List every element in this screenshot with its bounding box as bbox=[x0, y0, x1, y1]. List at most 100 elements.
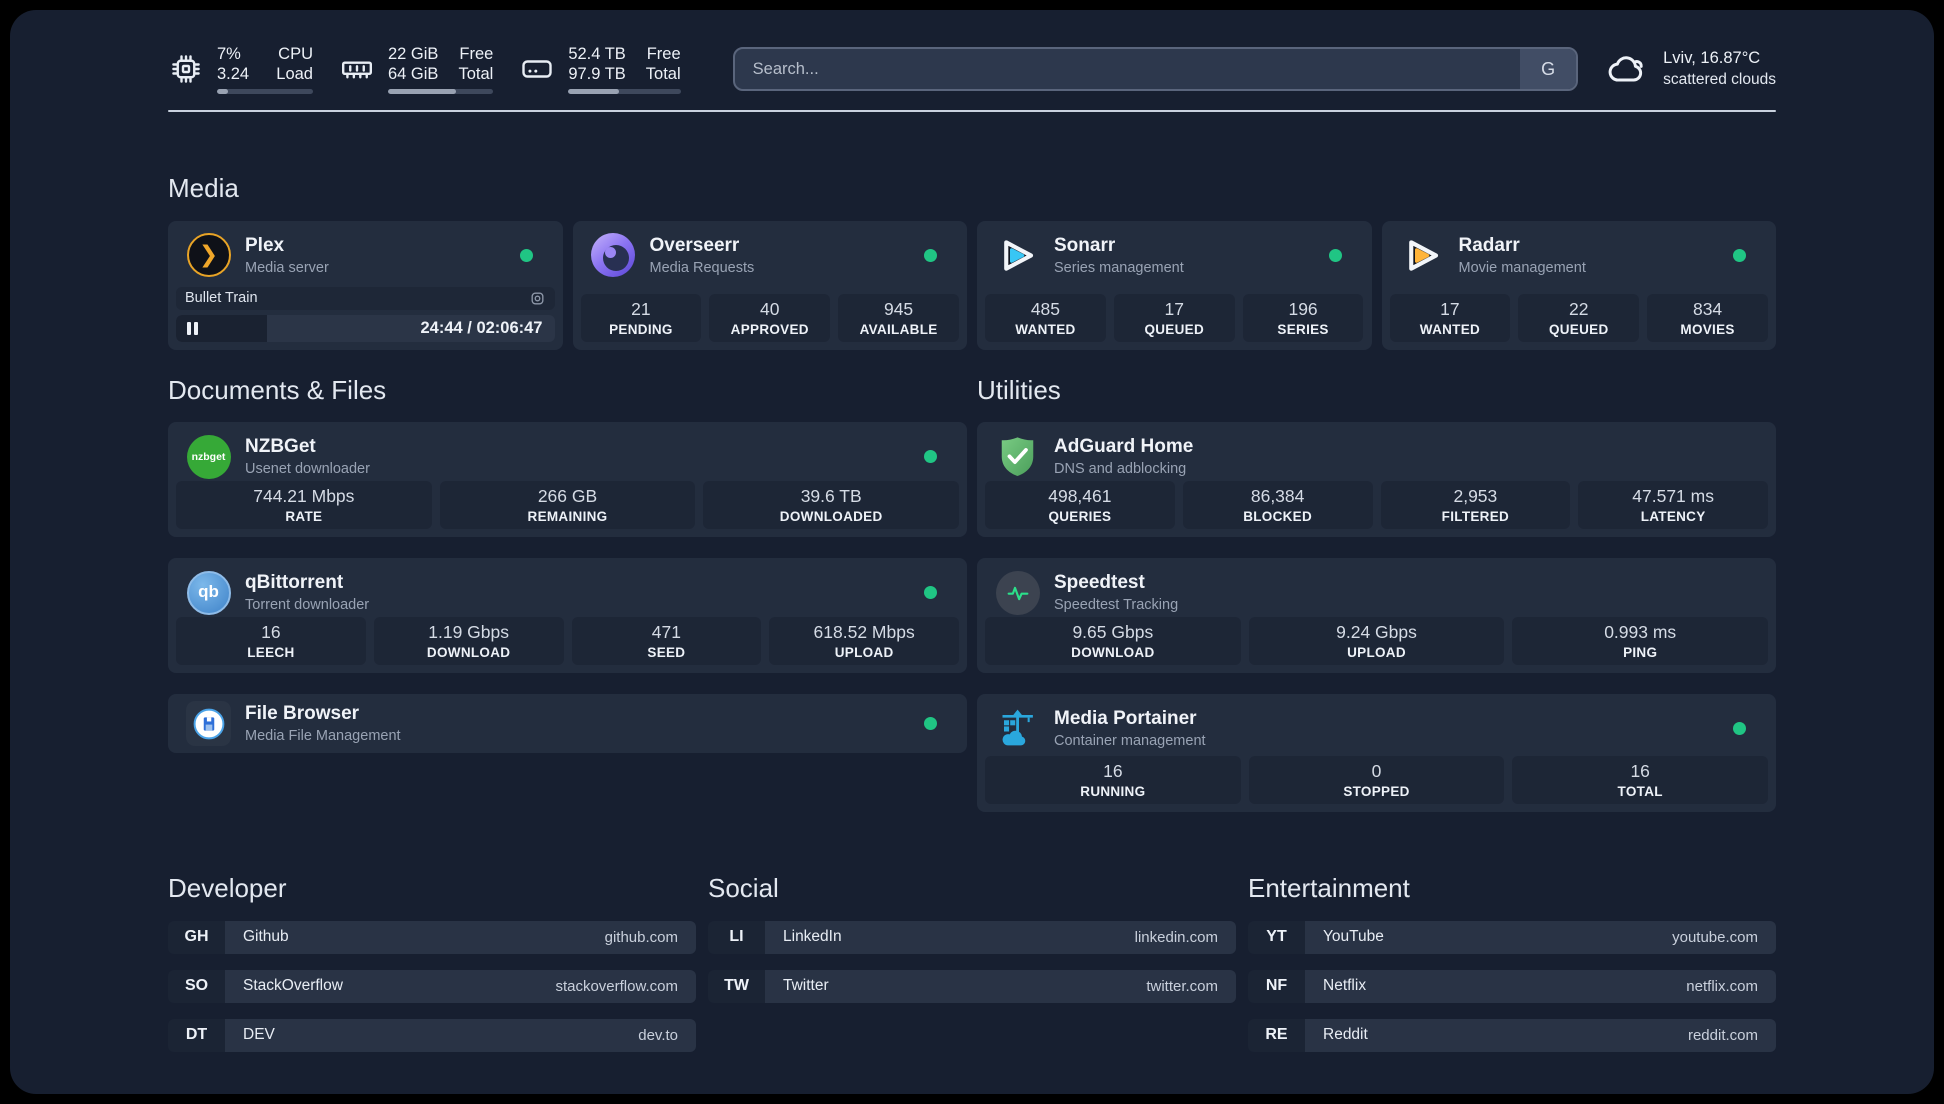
link-name: Github bbox=[243, 928, 289, 946]
link-netflix[interactable]: NF Netflix netflix.com bbox=[1248, 969, 1776, 1003]
link-abbr: RE bbox=[1248, 1018, 1305, 1052]
app-name: qBittorrent bbox=[245, 572, 344, 594]
app-name: AdGuard Home bbox=[1054, 436, 1194, 458]
link-abbr: SO bbox=[168, 969, 225, 1003]
app-desc: Movie management bbox=[1458, 259, 1586, 276]
link-reddit[interactable]: RE Reddit reddit.com bbox=[1248, 1018, 1776, 1052]
app-name: Speedtest bbox=[1054, 572, 1145, 594]
stat-queries: 498,461 QUERIES bbox=[985, 481, 1175, 530]
section-media-title: Media bbox=[168, 173, 239, 203]
section-developer: Developer GH Github github.com SO StackO… bbox=[168, 874, 696, 1052]
link-url: twitter.com bbox=[1146, 977, 1218, 995]
link-url: github.com bbox=[604, 928, 678, 946]
cpu-usage-label: CPU bbox=[278, 44, 313, 63]
link-abbr: NF bbox=[1248, 969, 1305, 1003]
plex-icon: ❯ bbox=[186, 233, 231, 278]
app-card-filebrowser[interactable]: File Browser Media File Management bbox=[168, 694, 967, 754]
link-url: stackoverflow.com bbox=[555, 977, 678, 995]
app-name: Sonarr bbox=[1054, 234, 1116, 256]
app-desc: Media Requests bbox=[649, 259, 755, 276]
app-desc: Speedtest Tracking bbox=[1054, 597, 1179, 614]
link-twitter[interactable]: TW Twitter twitter.com bbox=[708, 969, 1236, 1003]
search-bar: G bbox=[732, 47, 1579, 91]
app-card-sonarr[interactable]: Sonarr Series management 485 WANTED 17 QUE… bbox=[977, 220, 1372, 350]
adguard-icon bbox=[995, 434, 1040, 479]
link-stackoverflow[interactable]: SO StackOverflow stackoverflow.com bbox=[168, 969, 696, 1003]
cpu-load-label: Load bbox=[276, 65, 313, 83]
app-card-qbittorrent[interactable]: qb qBittorrent Torrent downloader 16 LEEC… bbox=[168, 558, 967, 674]
link-name: LinkedIn bbox=[783, 928, 842, 946]
qbittorrent-icon: qb bbox=[186, 570, 231, 615]
ram-total-label: Total bbox=[458, 65, 494, 83]
app-card-speedtest[interactable]: Speedtest Speedtest Tracking 9.65 Gbps DO… bbox=[977, 558, 1776, 674]
stat-approved: 40 APPROVED bbox=[709, 293, 831, 342]
filebrowser-icon bbox=[186, 701, 231, 747]
stat-download: 1.19 Gbps DOWNLOAD bbox=[373, 617, 564, 666]
stat-download: 9.65 Gbps DOWNLOAD bbox=[985, 617, 1241, 666]
dashboard: 7% 3.24 CPU Load 22 GiB 64 GiB Free Tota… bbox=[10, 10, 1934, 1094]
app-card-radarr[interactable]: Radarr Movie management 17 WANTED 22 QUEUE… bbox=[1381, 220, 1776, 350]
link-youtube[interactable]: YT YouTube youtube.com bbox=[1248, 920, 1776, 954]
disk-free-value: 52.4 TB bbox=[568, 44, 626, 63]
section-utilities-title: Utilities bbox=[977, 374, 1061, 405]
section-social: Social LI LinkedIn linkedin.com TW Twitt… bbox=[708, 874, 1236, 1052]
ram-icon bbox=[339, 51, 375, 87]
stat-wanted: 485 WANTED bbox=[985, 293, 1106, 342]
stat-stopped: 0 STOPPED bbox=[1248, 756, 1505, 805]
sonarr-icon bbox=[995, 233, 1040, 278]
section-social-title: Social bbox=[708, 873, 779, 904]
now-playing-title: Bullet Train bbox=[185, 290, 258, 307]
stat-remaining: 266 GB REMAINING bbox=[439, 481, 696, 530]
stat-pending: 21 PENDING bbox=[580, 293, 702, 342]
search-engine-button[interactable]: G bbox=[1520, 49, 1577, 89]
stat-queued: 22 QUEUED bbox=[1518, 293, 1640, 342]
stat-blocked: 86,384 BLOCKED bbox=[1182, 481, 1373, 530]
link-linkedin[interactable]: LI LinkedIn linkedin.com bbox=[708, 920, 1236, 954]
link-name: Netflix bbox=[1323, 977, 1367, 995]
status-dot bbox=[924, 586, 937, 600]
link-url: netflix.com bbox=[1686, 977, 1758, 995]
cpu-icon bbox=[168, 51, 204, 87]
link-url: linkedin.com bbox=[1134, 928, 1218, 946]
weather-location-temp: Lviv, 16.87°C bbox=[1663, 49, 1761, 68]
app-card-nzbget[interactable]: nzbget NZBGet Usenet downloader 744.21 M… bbox=[168, 422, 967, 538]
stat-rate: 744.21 Mbps RATE bbox=[176, 481, 432, 530]
disk-free-label: Free bbox=[646, 44, 681, 63]
speedtest-icon bbox=[995, 570, 1040, 615]
status-dot bbox=[1733, 248, 1746, 262]
app-card-adguard[interactable]: AdGuard Home DNS and adblocking 498,461 Q… bbox=[977, 422, 1776, 538]
ram-stat: 22 GiB 64 GiB Free Total bbox=[339, 44, 494, 95]
link-name: DEV bbox=[243, 1026, 275, 1044]
cpu-progress-bar bbox=[217, 89, 313, 95]
disk-total-value: 97.9 TB bbox=[568, 65, 626, 83]
status-dot bbox=[924, 248, 937, 262]
topbar-divider bbox=[168, 110, 1776, 112]
section-developer-title: Developer bbox=[168, 873, 287, 904]
stat-running: 16 RUNNING bbox=[985, 756, 1241, 805]
app-card-portainer[interactable]: Media Portainer Container management 16 R… bbox=[977, 694, 1776, 813]
weather-condition: scattered clouds bbox=[1663, 70, 1776, 88]
app-desc: Container management bbox=[1054, 733, 1206, 750]
stat-queued: 17 QUEUED bbox=[1113, 293, 1235, 342]
status-dot bbox=[1328, 248, 1342, 262]
link-url: youtube.com bbox=[1672, 928, 1758, 946]
section-media: Media ❯ Plex Media server Bullet Train 2… bbox=[168, 174, 1776, 350]
topbar: 7% 3.24 CPU Load 22 GiB 64 GiB Free Tota… bbox=[168, 10, 1776, 98]
stat-ping: 0.993 ms PING bbox=[1512, 617, 1769, 666]
search-input[interactable] bbox=[734, 59, 1521, 79]
link-dev[interactable]: DT DEV dev.to bbox=[168, 1018, 696, 1052]
app-desc: Usenet downloader bbox=[245, 461, 370, 478]
session-icon bbox=[529, 290, 546, 307]
disk-progress-bar bbox=[568, 89, 681, 95]
link-abbr: DT bbox=[168, 1018, 225, 1052]
playback-progress: 24:44 / 02:06:47 bbox=[176, 314, 555, 342]
ram-total-value: 64 GiB bbox=[388, 65, 439, 83]
stat-total: 16 TOTAL bbox=[1512, 756, 1769, 805]
app-card-overseerr[interactable]: Overseerr Media Requests 21 PENDING 40 APP… bbox=[572, 220, 967, 350]
link-github[interactable]: GH Github github.com bbox=[168, 920, 696, 954]
pause-icon bbox=[187, 321, 198, 335]
portainer-icon bbox=[995, 706, 1040, 751]
stat-wanted: 17 WANTED bbox=[1389, 293, 1511, 342]
nzbget-icon: nzbget bbox=[186, 434, 231, 479]
app-card-plex[interactable]: ❯ Plex Media server Bullet Train 24:44 /… bbox=[168, 220, 563, 350]
